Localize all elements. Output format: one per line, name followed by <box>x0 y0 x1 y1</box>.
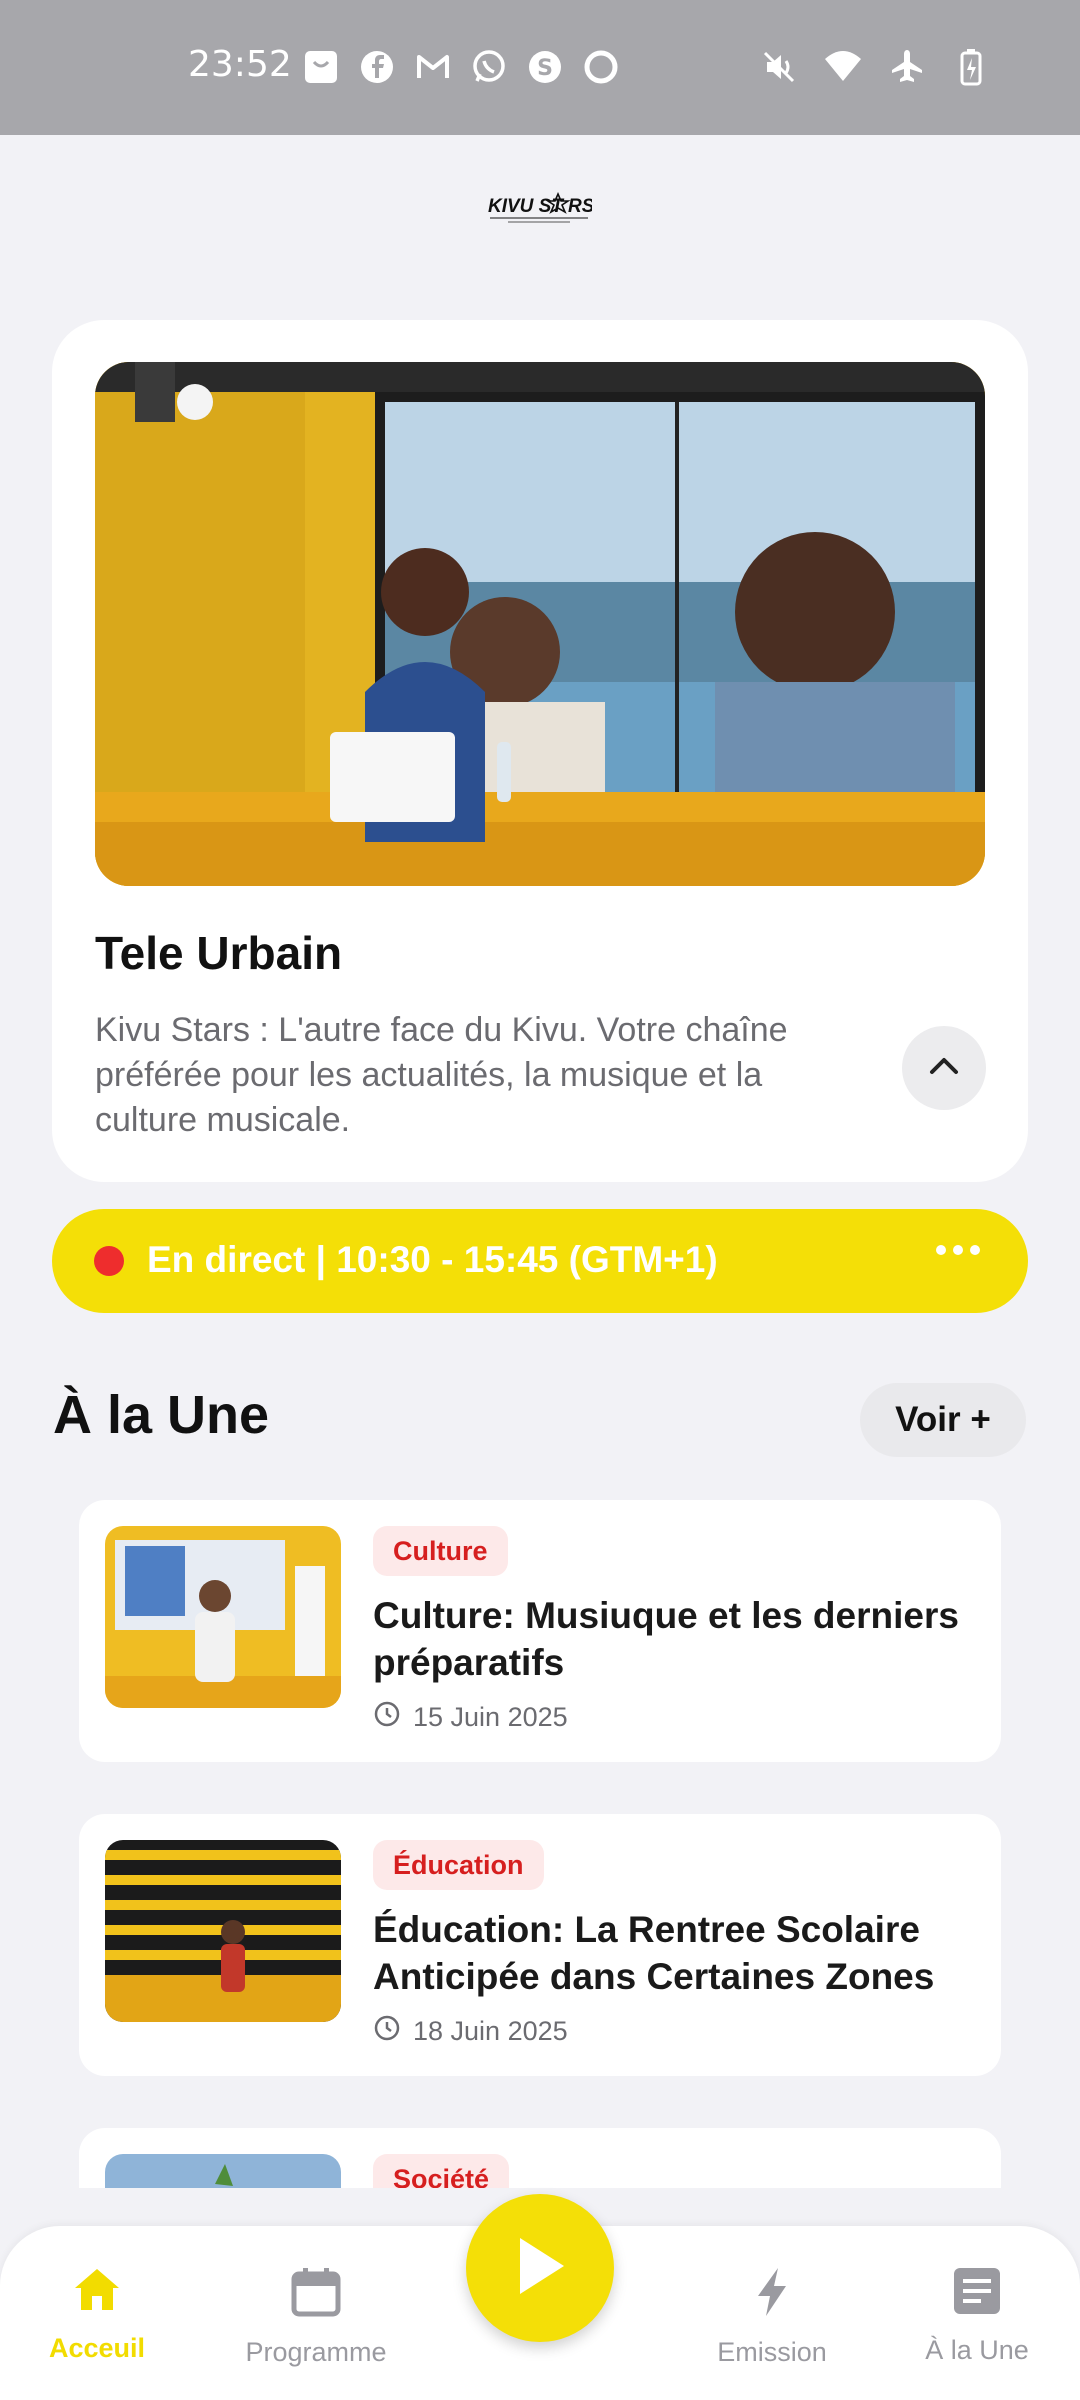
gmail-icon <box>412 46 454 88</box>
status-time: 23:52 <box>188 44 292 85</box>
nav-label-programme: Programme <box>245 2337 387 2367</box>
article-card[interactable]: Culture Culture: Musiuque et les dernier… <box>79 1500 1001 1762</box>
airplane-icon <box>886 46 928 88</box>
article-thumbnail <box>105 2154 341 2188</box>
article-list[interactable]: Culture Culture: Musiuque et les dernier… <box>0 1480 1080 2188</box>
circle-app-icon <box>580 46 622 88</box>
svg-text:S: S <box>537 56 553 81</box>
collapse-description-button[interactable] <box>902 1026 986 1110</box>
article-title: Culture: Musiuque et les derniers prépar… <box>373 1595 959 1683</box>
live-schedule-label: En direct | 10:30 - 15:45 (GTM+1) <box>147 1239 718 1280</box>
live-now-bar[interactable]: En direct | 10:30 - 15:45 (GTM+1) <box>52 1209 1028 1313</box>
article-thumbnail <box>105 1840 341 2022</box>
article-thumbnail <box>105 1526 341 1708</box>
section-title: À la Une <box>53 1385 270 1445</box>
shop-icon <box>300 46 342 88</box>
home-icon <box>71 2266 123 2319</box>
article-date: 18 Juin 2025 <box>413 2016 568 2046</box>
article-card[interactable]: Société <box>79 2128 1001 2188</box>
featured-show-description: Kivu Stars : L'autre face du Kivu. Votre… <box>95 1011 788 1139</box>
lightning-icon <box>752 2266 792 2323</box>
facebook-icon <box>356 46 398 88</box>
play-icon <box>510 2234 570 2303</box>
see-more-button[interactable]: Voir + <box>860 1383 1026 1457</box>
svg-text:RS: RS <box>568 196 592 217</box>
article-date-row: 15 Juin 2025 <box>373 1700 568 1735</box>
nav-label-home: Acceuil <box>48 2333 146 2363</box>
featured-show-card[interactable]: Tele Urbain Kivu Stars : L'autre face du… <box>52 320 1028 1182</box>
featured-show-title: Tele Urbain <box>95 927 343 979</box>
mute-icon <box>758 46 800 88</box>
category-badge: Société <box>373 2154 510 2188</box>
category-badge: Éducation <box>373 1840 544 1890</box>
wifi-icon <box>822 46 864 88</box>
clock-icon <box>373 1700 401 1735</box>
nav-label-a-la-une: À la Une <box>925 2335 1029 2365</box>
kivu-stars-logo: KIVU ST RS <box>488 188 595 228</box>
play-live-button[interactable] <box>466 2194 614 2342</box>
clock-icon <box>373 2014 401 2049</box>
nav-label-emission: Emission <box>717 2337 827 2367</box>
article-icon <box>952 2266 1002 2321</box>
nav-item-programme[interactable]: Programme <box>226 2266 406 2368</box>
chevron-up-icon <box>926 1054 962 1083</box>
nav-item-a-la-une[interactable]: À la Une <box>887 2266 1067 2366</box>
battery-charging-icon <box>950 46 992 88</box>
more-options-icon[interactable] <box>936 1245 980 1255</box>
s-app-icon: S <box>524 46 566 88</box>
article-card[interactable]: Éducation Éducation: La Rentree Scolaire… <box>79 1814 1001 2076</box>
article-date-row: 18 Juin 2025 <box>373 2014 568 2049</box>
featured-show-image <box>95 362 985 886</box>
nav-item-emission[interactable]: Emission <box>682 2266 862 2368</box>
whatsapp-icon <box>468 46 510 88</box>
calendar-icon <box>290 2266 342 2323</box>
article-title: Éducation: La Rentree Scolaire Anticipée… <box>373 1909 935 1997</box>
nav-item-home[interactable]: Acceuil <box>7 2266 187 2364</box>
status-bar: 23:52 S <box>0 0 1080 135</box>
live-dot-icon <box>94 1246 124 1276</box>
article-date: 15 Juin 2025 <box>413 1702 568 1732</box>
category-badge: Culture <box>373 1526 508 1576</box>
